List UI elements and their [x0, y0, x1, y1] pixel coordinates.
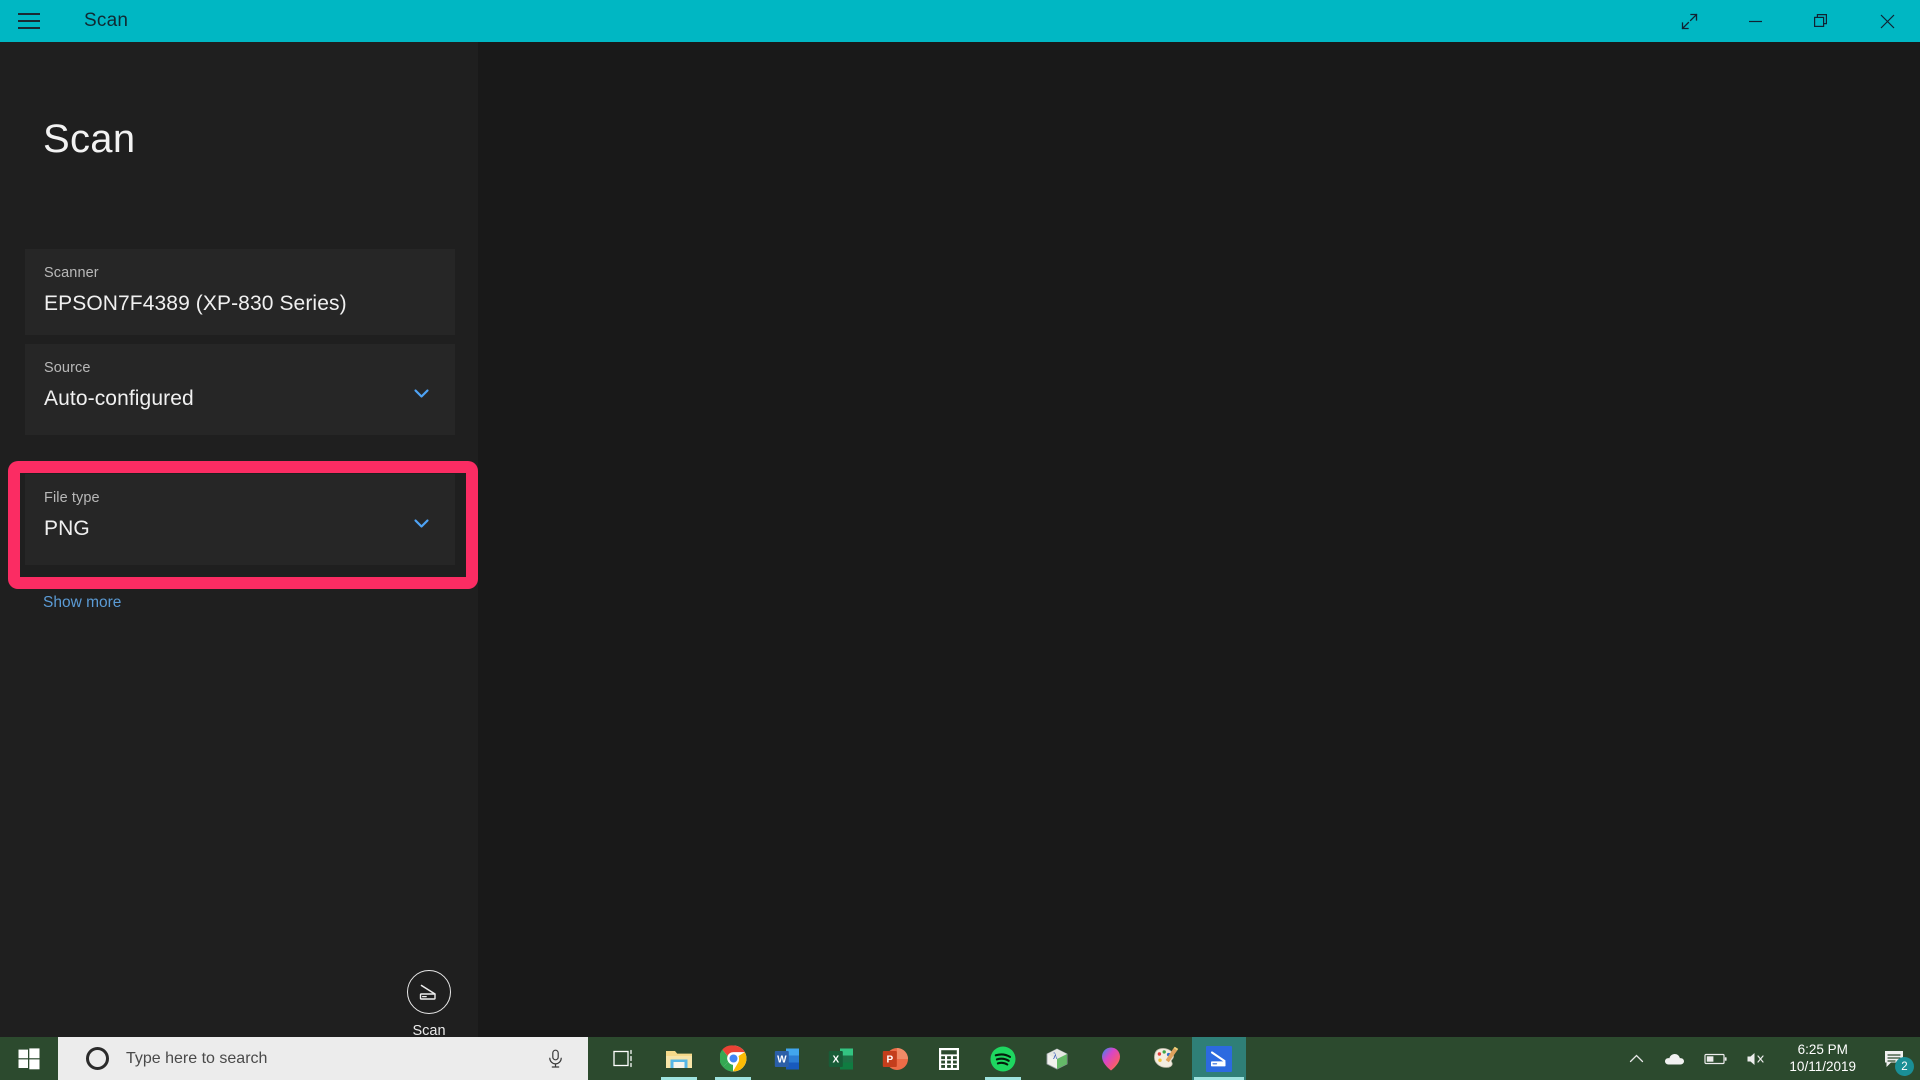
chrome-icon [719, 1045, 746, 1072]
maximize-button[interactable] [1788, 0, 1854, 42]
system-tray: 6:25 PM 10/11/2019 2 [1620, 1037, 1920, 1080]
file-explorer-button[interactable] [652, 1037, 706, 1080]
powerpoint-icon: P [882, 1047, 908, 1070]
clock-date: 10/11/2019 [1789, 1058, 1856, 1074]
svg-text:λ: λ [1053, 1051, 1058, 1061]
window-title: Scan [84, 10, 129, 31]
clock[interactable]: 6:25 PM 10/11/2019 [1777, 1037, 1868, 1080]
file-type-field-value: PNG [44, 517, 90, 540]
chevron-up-icon [1630, 1054, 1644, 1062]
scanner-field-label: Scanner [44, 265, 99, 281]
app-body: Scan Scanner EPSON7F4389 (XP-830 Series)… [0, 42, 1920, 1039]
show-hidden-icons-button[interactable] [1620, 1037, 1653, 1080]
scan-button[interactable]: Scan [380, 970, 478, 1039]
lambda-app-button[interactable]: λ [1030, 1037, 1084, 1080]
chrome-button[interactable] [706, 1037, 760, 1080]
hamburger-line [18, 13, 40, 15]
taskbar: Type here to search W X P λ 6:25 PM 10/1… [0, 1037, 1920, 1080]
paint-button[interactable] [1138, 1037, 1192, 1080]
notification-count-badge: 2 [1895, 1057, 1914, 1076]
windows-logo-icon [18, 1047, 40, 1069]
spotify-button[interactable] [976, 1037, 1030, 1080]
settings-sidebar: Scan Scanner EPSON7F4389 (XP-830 Series)… [0, 42, 478, 1039]
source-dropdown[interactable]: Source Auto-configured [25, 344, 455, 435]
paint-3d-button[interactable] [1084, 1037, 1138, 1080]
chevron-down-icon [414, 389, 429, 398]
calculator-button[interactable] [922, 1037, 976, 1080]
minimize-button[interactable] [1722, 0, 1788, 42]
spotify-icon [990, 1046, 1016, 1071]
show-more-link[interactable]: Show more [43, 594, 121, 612]
word-button[interactable]: W [760, 1037, 814, 1080]
cortana-circle-icon[interactable] [86, 1047, 109, 1070]
volume-button[interactable] [1737, 1037, 1777, 1080]
window-controls [1656, 0, 1920, 42]
onedrive-button[interactable] [1653, 1037, 1695, 1080]
minimize-icon [1748, 20, 1762, 22]
scanner-icon [407, 970, 451, 1014]
svg-text:W: W [777, 1054, 787, 1065]
powerpoint-button[interactable]: P [868, 1037, 922, 1080]
hamburger-menu-icon[interactable] [0, 0, 58, 42]
hamburger-line [18, 20, 40, 22]
svg-text:X: X [832, 1054, 839, 1065]
preview-pane [478, 42, 1920, 1037]
battery-icon [1704, 1053, 1728, 1064]
task-view-button[interactable] [598, 1037, 652, 1080]
battery-button[interactable] [1695, 1037, 1737, 1080]
source-field-label: Source [44, 360, 91, 376]
task-view-icon [613, 1049, 632, 1067]
search-placeholder: Type here to search [126, 1049, 268, 1067]
hamburger-line [18, 27, 40, 29]
excel-button[interactable]: X [814, 1037, 868, 1080]
title-bar: Scan [0, 0, 1920, 42]
page-title: Scan [43, 117, 136, 161]
file-type-field-label: File type [44, 490, 100, 506]
fullscreen-button[interactable] [1656, 0, 1722, 42]
source-field-value: Auto-configured [44, 387, 194, 410]
diagonal-arrows-icon [1681, 13, 1697, 29]
speaker-muted-icon [1747, 1052, 1765, 1065]
scanner-app-icon [1206, 1045, 1232, 1072]
svg-text:P: P [886, 1054, 893, 1065]
lambda-cube-icon: λ [1046, 1047, 1068, 1070]
search-input[interactable]: Type here to search [58, 1037, 588, 1080]
chevron-down-icon [414, 519, 429, 528]
file-type-dropdown[interactable]: File type PNG [25, 474, 455, 565]
word-icon: W [774, 1048, 799, 1069]
clock-time: 6:25 PM [1797, 1041, 1848, 1057]
restore-icon [1813, 13, 1827, 27]
excel-icon: X [828, 1048, 853, 1069]
paint-3d-icon [1102, 1047, 1120, 1070]
windows-scan-button[interactable] [1192, 1037, 1246, 1080]
microphone-icon[interactable] [547, 1049, 564, 1068]
start-button[interactable] [0, 1037, 58, 1080]
scanner-field-value: EPSON7F4389 (XP-830 Series) [44, 292, 347, 315]
scanner-field[interactable]: Scanner EPSON7F4389 (XP-830 Series) [25, 249, 455, 335]
folder-icon [666, 1050, 692, 1068]
close-icon [1880, 14, 1894, 28]
calculator-icon [939, 1047, 959, 1070]
taskbar-app-list: W X P λ [598, 1037, 1246, 1080]
close-button[interactable] [1854, 0, 1920, 42]
paint-palette-icon [1153, 1046, 1178, 1068]
cloud-icon [1665, 1053, 1685, 1064]
action-center-button[interactable]: 2 [1868, 1037, 1920, 1080]
